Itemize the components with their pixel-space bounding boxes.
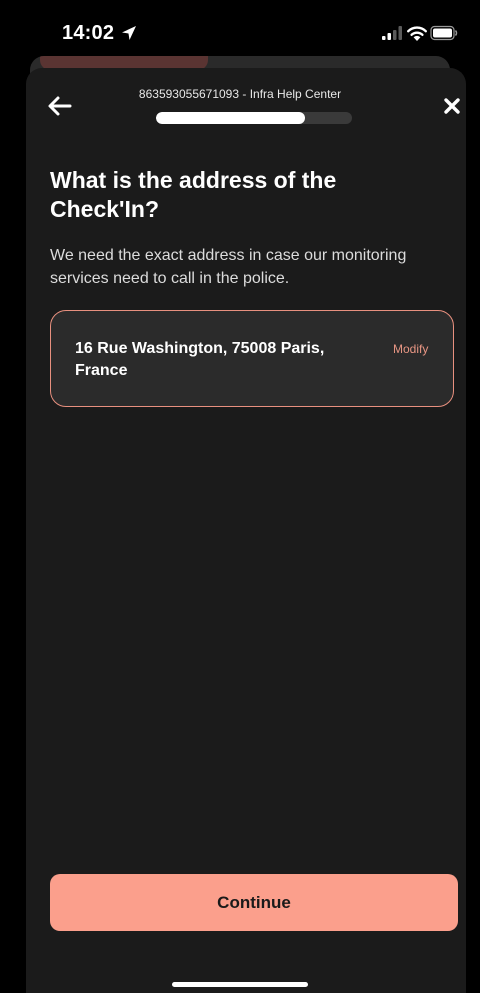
location-arrow-icon	[122, 26, 136, 40]
cellular-signal-icon	[382, 26, 402, 40]
progress-bar	[156, 112, 352, 124]
continue-button[interactable]: Continue	[50, 874, 458, 931]
back-button[interactable]	[44, 92, 76, 120]
modify-link[interactable]: Modify	[393, 342, 428, 356]
wifi-icon	[407, 26, 427, 41]
address-text: 16 Rue Washington, 75008 Paris, France	[75, 340, 325, 379]
address-card[interactable]: 16 Rue Washington, 75008 Paris, France M…	[50, 310, 454, 407]
status-time: 14:02	[62, 22, 115, 44]
battery-icon	[430, 25, 458, 41]
arrow-left-icon	[48, 96, 72, 116]
question-subtitle: We need the exact address in case our mo…	[50, 247, 407, 287]
progress-bar-fill	[156, 112, 305, 124]
home-indicator	[172, 982, 308, 987]
close-button[interactable]	[438, 92, 466, 120]
status-bar: 14:02	[0, 0, 480, 60]
close-icon	[444, 98, 460, 114]
header-title: 863593055671093 - Infra Help Center	[138, 87, 342, 101]
question-title: What is the address of the Check'In?	[50, 167, 337, 222]
